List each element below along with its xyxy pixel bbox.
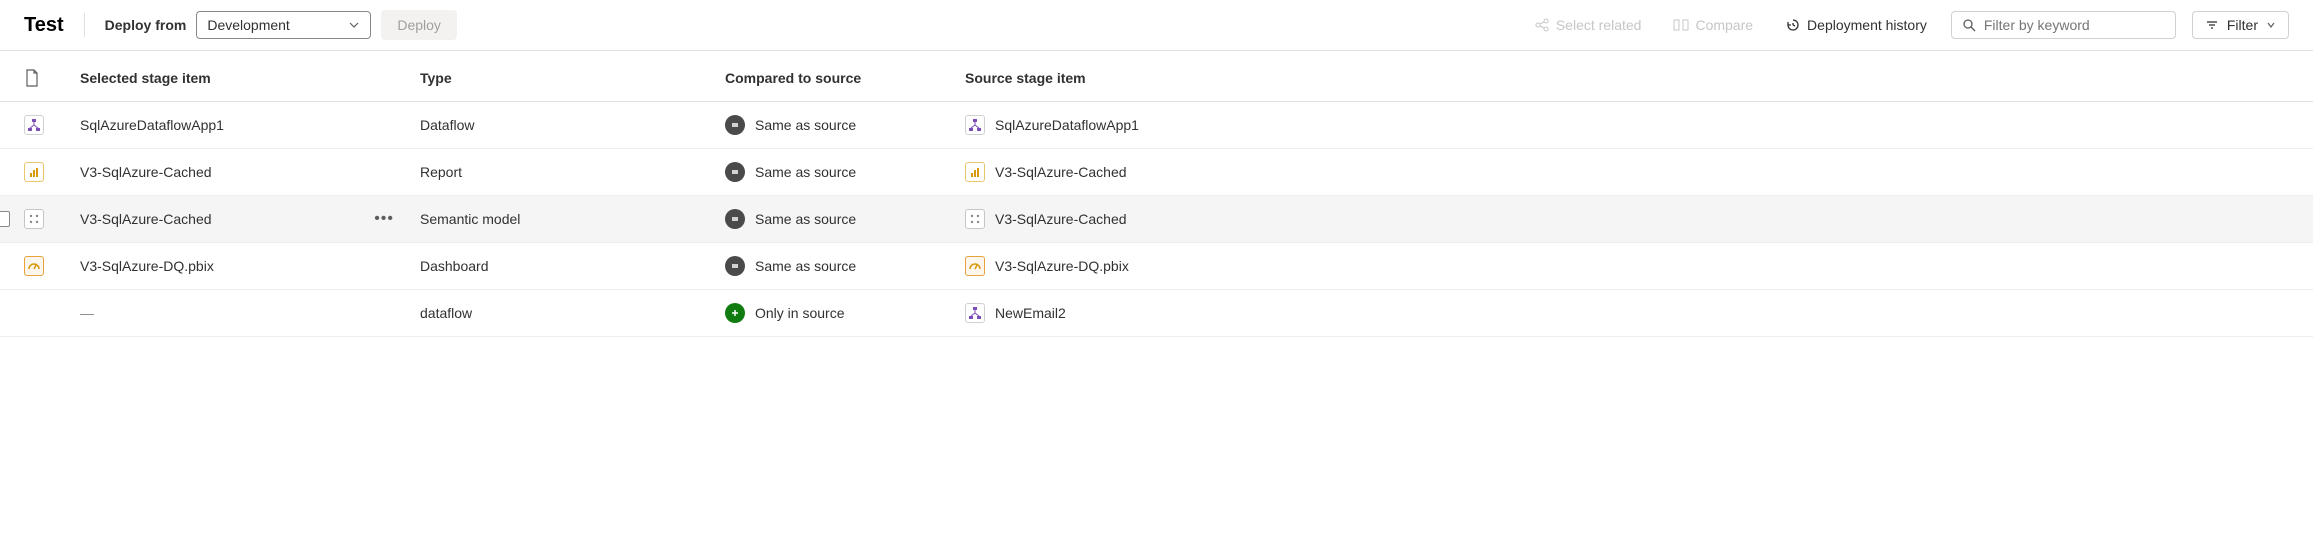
select-related-label: Select related <box>1556 17 1642 33</box>
semantic-model-icon <box>24 209 44 229</box>
comparison-status: Same as source <box>755 164 856 180</box>
item-type: Report <box>420 164 462 180</box>
item-name: V3-SqlAzure-DQ.pbix <box>80 258 214 274</box>
table-row[interactable]: V3-SqlAzure-Cached Report Same as source V3… <box>0 149 2313 196</box>
same-as-source-icon <box>725 115 745 135</box>
compare-label: Compare <box>1695 17 1753 33</box>
deploy-button[interactable]: Deploy <box>381 10 457 40</box>
table-header: Selected stage item Type Compared to sou… <box>0 51 2313 102</box>
source-item-name: NewEmail2 <box>995 305 1066 321</box>
table-row[interactable]: — dataflow Only in source NewEmail2 <box>0 290 2313 337</box>
item-name: V3-SqlAzure-Cached <box>80 211 212 227</box>
comparison-status: Only in source <box>755 305 844 321</box>
column-selected-header[interactable]: Selected stage item <box>80 70 420 86</box>
dataflow-icon <box>965 303 985 323</box>
select-related-button[interactable]: Select related <box>1526 11 1650 39</box>
dataflow-icon <box>965 115 985 135</box>
compare-button[interactable]: Compare <box>1665 11 1761 39</box>
item-type: dataflow <box>420 305 472 321</box>
compare-icon <box>1673 17 1689 33</box>
column-source-header[interactable]: Source stage item <box>965 70 2289 86</box>
same-as-source-icon <box>725 162 745 182</box>
divider <box>84 13 85 37</box>
source-item-name: V3-SqlAzure-DQ.pbix <box>995 258 1129 274</box>
deploy-group: Deploy from Development Deploy <box>105 10 457 40</box>
chevron-down-icon <box>348 19 360 31</box>
more-options-button[interactable]: ••• <box>374 210 394 228</box>
file-icon <box>24 69 40 87</box>
comparison-status: Same as source <box>755 258 856 274</box>
column-type-header[interactable]: Type <box>420 70 725 86</box>
dataflow-icon <box>24 115 44 135</box>
items-table: Selected stage item Type Compared to sou… <box>0 51 2313 337</box>
chevron-down-icon <box>2266 20 2276 30</box>
history-icon <box>1785 17 1801 33</box>
comparison-status: Same as source <box>755 211 856 227</box>
source-item-name: V3-SqlAzure-Cached <box>995 164 1127 180</box>
source-item-name: V3-SqlAzure-Cached <box>995 211 1127 227</box>
table-row[interactable]: V3-SqlAzure-DQ.pbix Dashboard Same as sour… <box>0 243 2313 290</box>
same-as-source-icon <box>725 209 745 229</box>
only-in-source-icon <box>725 303 745 323</box>
search-box[interactable] <box>1951 11 2176 39</box>
search-input[interactable] <box>1984 17 2165 33</box>
page-title: Test <box>24 14 64 37</box>
dashboard-icon <box>965 256 985 276</box>
deploy-source-select[interactable]: Development <box>196 11 371 39</box>
comparison-status: Same as source <box>755 117 856 133</box>
item-name: V3-SqlAzure-Cached <box>80 164 212 180</box>
item-type: Dashboard <box>420 258 489 274</box>
table-row[interactable]: V3-SqlAzure-Cached ••• Semantic model Same … <box>0 196 2313 243</box>
item-name: — <box>80 305 94 321</box>
deploy-from-label: Deploy from <box>105 17 187 33</box>
share-icon <box>1534 17 1550 33</box>
item-type: Dataflow <box>420 117 474 133</box>
dashboard-icon <box>24 256 44 276</box>
deployment-history-button[interactable]: Deployment history <box>1777 11 1935 39</box>
header-bar: Test Deploy from Development Deploy Sele… <box>0 0 2313 51</box>
report-icon <box>24 162 44 182</box>
row-checkbox[interactable] <box>0 211 10 227</box>
source-item-name: SqlAzureDataflowApp1 <box>995 117 1139 133</box>
semantic-model-icon <box>965 209 985 229</box>
deploy-source-value: Development <box>207 17 290 33</box>
search-icon <box>1962 18 1976 32</box>
column-compared-header[interactable]: Compared to source <box>725 70 965 86</box>
item-type: Semantic model <box>420 211 520 227</box>
filter-icon <box>2205 18 2219 32</box>
report-icon <box>965 162 985 182</box>
deployment-history-label: Deployment history <box>1807 17 1927 33</box>
table-row[interactable]: SqlAzureDataflowApp1 Dataflow Same as sour… <box>0 102 2313 149</box>
same-as-source-icon <box>725 256 745 276</box>
filter-label: Filter <box>2227 17 2258 33</box>
item-name: SqlAzureDataflowApp1 <box>80 117 224 133</box>
filter-button[interactable]: Filter <box>2192 11 2289 39</box>
